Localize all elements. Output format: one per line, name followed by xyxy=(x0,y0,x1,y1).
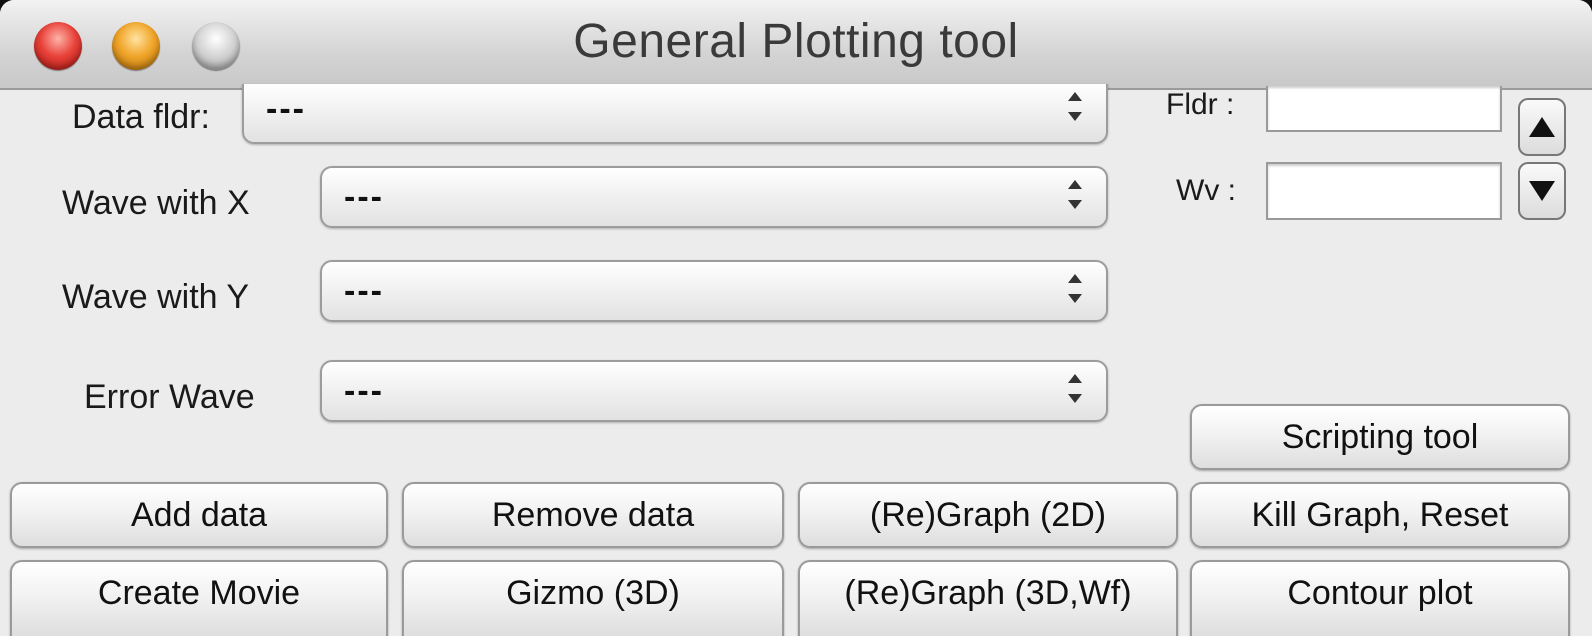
wave-y-value: --- xyxy=(344,272,384,310)
wave-x-select[interactable]: --- xyxy=(320,166,1108,228)
step-down-button[interactable] xyxy=(1518,162,1566,220)
error-wave-label: Error Wave xyxy=(84,378,255,416)
regraph-3d-button[interactable]: (Re)Graph (3D,Wf) xyxy=(798,560,1178,636)
add-data-button[interactable]: Add data xyxy=(10,482,388,548)
contour-plot-button[interactable]: Contour plot xyxy=(1190,560,1570,636)
folder-label: Fldr : xyxy=(1166,88,1235,121)
popup-arrows-icon xyxy=(1068,370,1084,414)
wave-x-label: Wave with X xyxy=(62,184,250,222)
remove-data-button[interactable]: Remove data xyxy=(402,482,784,548)
gizmo-3d-button[interactable]: Gizmo (3D) xyxy=(402,560,784,636)
popup-arrows-icon xyxy=(1068,270,1084,314)
regraph-2d-button[interactable]: (Re)Graph (2D) xyxy=(798,482,1178,548)
error-wave-select[interactable]: --- xyxy=(320,360,1108,422)
create-movie-button[interactable]: Create Movie xyxy=(10,560,388,636)
window-title: General Plotting tool xyxy=(573,15,1019,68)
wave-y-select[interactable]: --- xyxy=(320,260,1108,322)
popup-arrows-icon xyxy=(1068,176,1084,220)
data-folder-select[interactable]: --- xyxy=(242,84,1108,144)
error-wave-value: --- xyxy=(344,372,384,410)
plotting-tool-window: General Plotting tool Data fldr: --- Wav… xyxy=(0,0,1592,636)
folder-field[interactable] xyxy=(1266,86,1502,132)
triangle-up-icon xyxy=(1529,117,1555,137)
wave-x-value: --- xyxy=(344,178,384,216)
data-folder-label: Data fldr: xyxy=(72,98,210,136)
popup-arrows-icon xyxy=(1068,88,1084,132)
scripting-tool-button[interactable]: Scripting tool xyxy=(1190,404,1570,470)
title-bar[interactable]: General Plotting tool xyxy=(0,0,1592,90)
wave-y-label: Wave with Y xyxy=(62,278,250,316)
kill-graph-reset-button[interactable]: Kill Graph, Reset xyxy=(1190,482,1570,548)
wave-label: Wv : xyxy=(1176,174,1236,207)
step-up-button[interactable] xyxy=(1518,98,1566,156)
data-folder-value: --- xyxy=(266,90,306,128)
wave-field[interactable] xyxy=(1266,162,1502,220)
triangle-down-icon xyxy=(1529,181,1555,201)
